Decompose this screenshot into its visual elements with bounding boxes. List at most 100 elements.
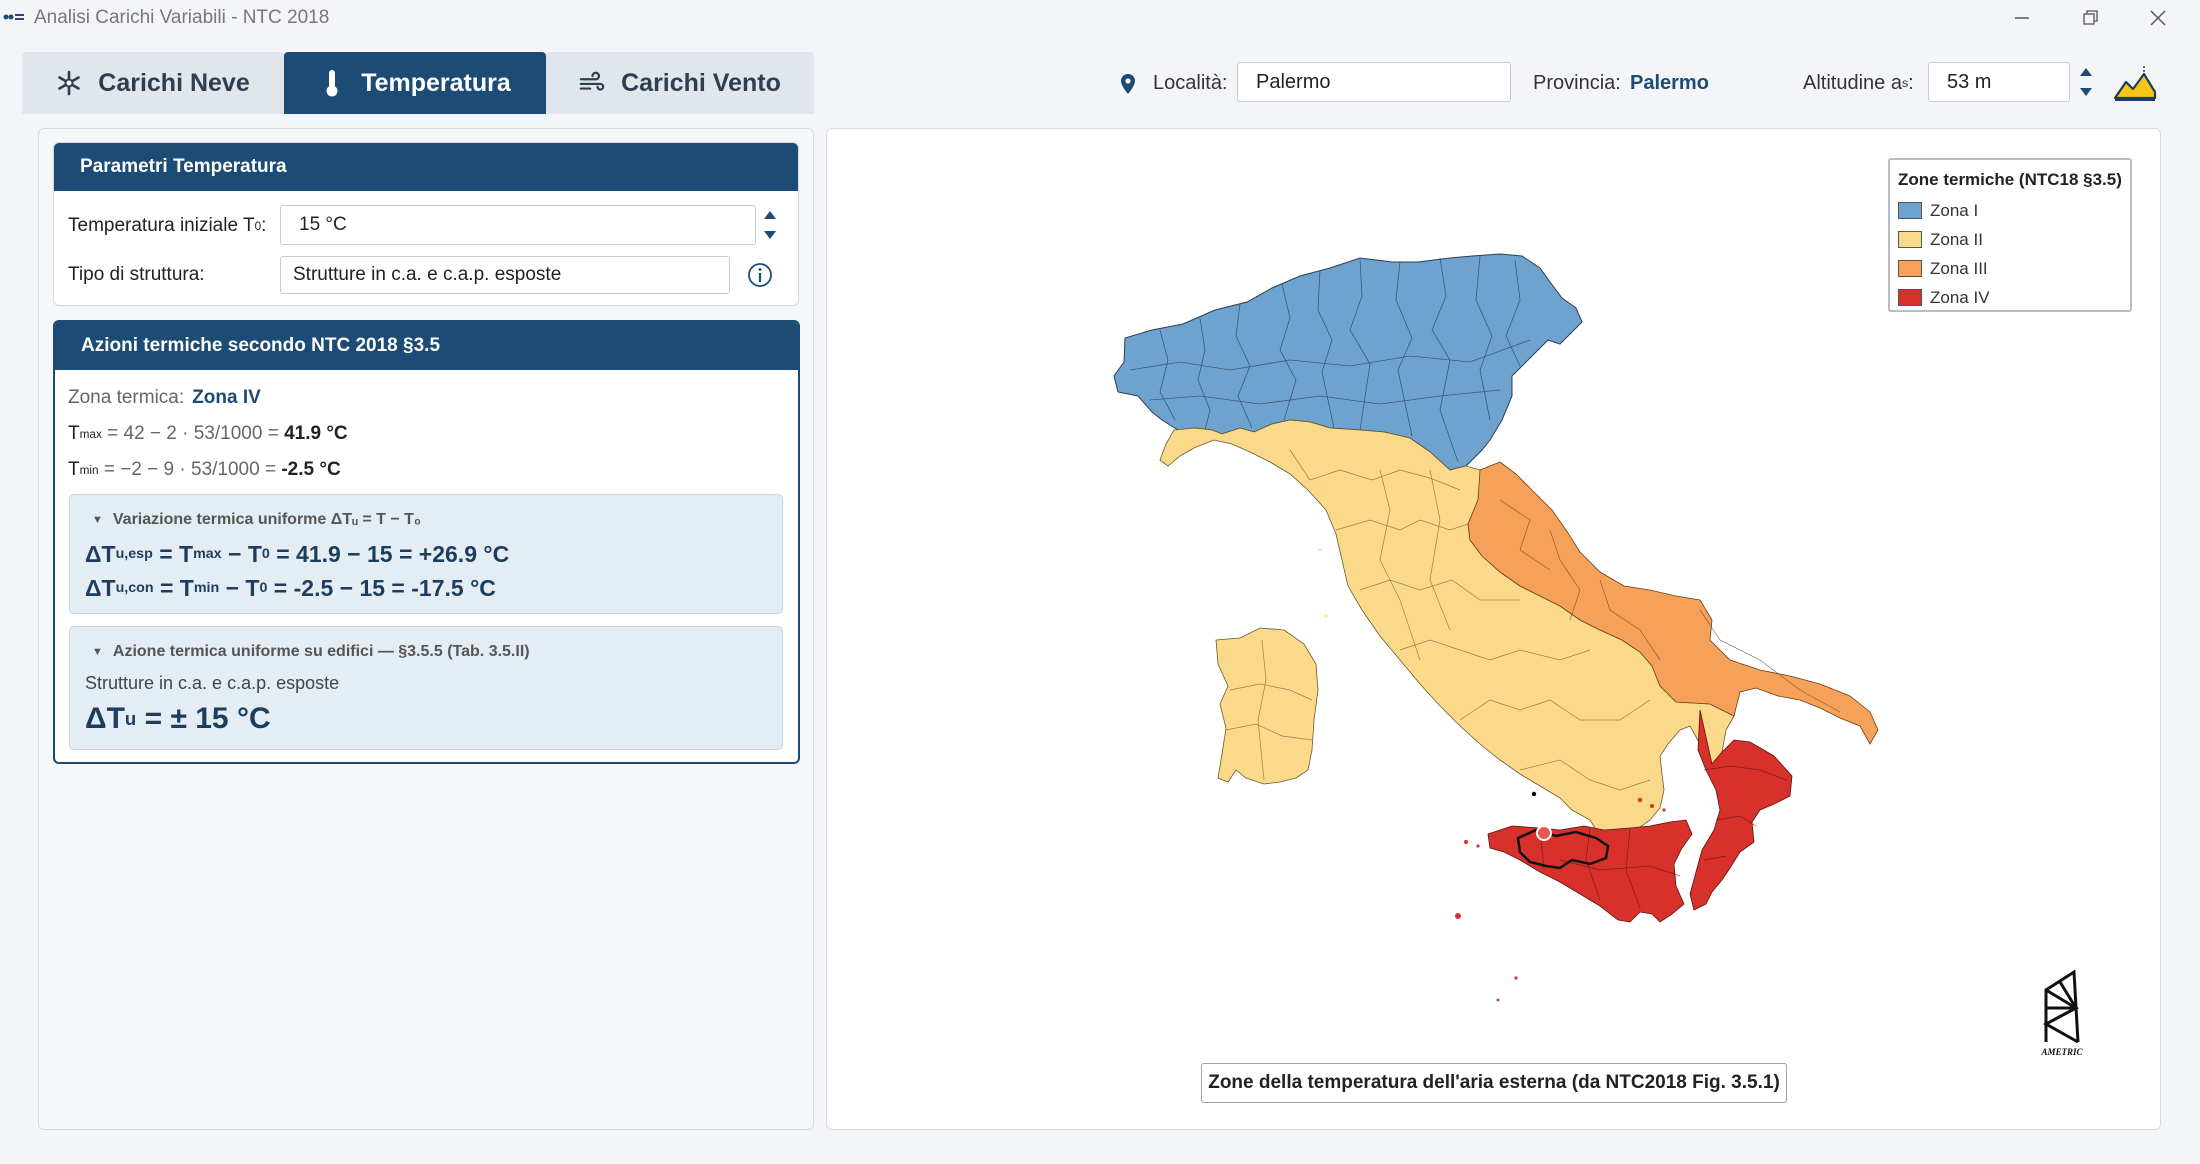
zona-termica-label: Zona termica: bbox=[68, 387, 185, 408]
legend-label: Zona III bbox=[1930, 258, 1988, 278]
parametri-card-title: Parametri Temperatura bbox=[54, 143, 798, 191]
tmin-expression: = −2 − 9 · 53/1000 = bbox=[98, 459, 282, 480]
restore-button[interactable] bbox=[2060, 0, 2120, 36]
tipo-struttura-select[interactable]: Strutture in c.a. e c.a.p. esposte bbox=[280, 256, 730, 294]
restore-icon bbox=[2083, 10, 2098, 25]
palermo-marker bbox=[1536, 825, 1552, 841]
legend-label: Zona II bbox=[1930, 229, 1983, 249]
legend-title: Zone termiche (NTC18 §3.5) bbox=[1898, 170, 2122, 189]
azioni-card-title: Azioni termiche secondo NTC 2018 §3.5 bbox=[55, 322, 798, 370]
esp-symbol: ΔT bbox=[85, 540, 116, 567]
legend-item-zona-i: Zona I bbox=[1898, 196, 2130, 225]
map-legend: Zone termiche (NTC18 §3.5) Zona I Zona I… bbox=[1888, 158, 2132, 312]
tmin-result: -2.5 °C bbox=[281, 459, 341, 480]
variazione-termica-title: Variazione termica uniforme ΔTᵤ = T − T₀ bbox=[112, 511, 422, 528]
t0-label-colon: : bbox=[261, 215, 267, 236]
ametric-logo-text: AMETRIC bbox=[2040, 1047, 2083, 1057]
altitudine-label: Altitudine as: bbox=[1803, 62, 1914, 104]
tmin-symbol: T bbox=[68, 459, 80, 480]
tab-label: Carichi Neve bbox=[98, 68, 250, 97]
t0-label-text: Temperatura iniziale T bbox=[68, 215, 255, 236]
legend-label: Zona IV bbox=[1930, 287, 1990, 307]
app-icon bbox=[3, 14, 24, 20]
azione-edifici-header[interactable]: ▼ Azione termica uniforme su edifici — §… bbox=[92, 640, 530, 664]
altitudine-input[interactable]: 53 m bbox=[1928, 62, 2070, 102]
tmax-result: 41.9 °C bbox=[284, 423, 348, 444]
close-icon bbox=[2150, 10, 2166, 26]
stepper-down-icon[interactable] bbox=[2080, 88, 2092, 96]
info-icon[interactable] bbox=[747, 262, 773, 288]
tmax-row: Tmax = 42 − 2 · 53/1000 = 41.9 °C bbox=[68, 420, 348, 448]
tmax-symbol: T bbox=[68, 423, 80, 444]
stepper-up-icon[interactable] bbox=[764, 211, 776, 219]
provincia-value: Palermo bbox=[1630, 71, 1709, 94]
legend-swatch bbox=[1898, 231, 1922, 248]
con-symbol: ΔT bbox=[85, 574, 116, 601]
du-sub: u bbox=[124, 708, 137, 729]
legend-swatch bbox=[1898, 289, 1922, 306]
con-zero-sub: 0 bbox=[259, 580, 268, 596]
esp-zero-sub: 0 bbox=[261, 546, 270, 562]
italy-thermal-zones-map[interactable] bbox=[1100, 240, 1900, 1020]
localita-input[interactable]: Palermo bbox=[1237, 62, 1511, 102]
altitudine-label-text: Altitudine a bbox=[1803, 71, 1902, 94]
esp-rest: = 41.9 − 15 = +26.9 °C bbox=[269, 540, 510, 567]
collapse-caret-icon: ▼ bbox=[92, 514, 103, 526]
zona-termica-row: Zona termica: Zona IV bbox=[68, 384, 261, 412]
legend-label: Zona I bbox=[1930, 200, 1979, 220]
close-button[interactable] bbox=[2128, 0, 2188, 36]
tmin-row: Tmin = −2 − 9 · 53/1000 = -2.5 °C bbox=[68, 456, 341, 484]
con-min-sub: min bbox=[193, 580, 220, 596]
collapse-caret-icon: ▼ bbox=[92, 646, 103, 658]
legend-swatch bbox=[1898, 260, 1922, 277]
tab-label: Carichi Vento bbox=[621, 68, 781, 97]
legend-item-zona-ii: Zona II bbox=[1898, 225, 2130, 254]
localita-label: Località: bbox=[1153, 71, 1228, 94]
sardinia-region bbox=[1215, 627, 1319, 785]
tmin-sub: min bbox=[79, 463, 99, 477]
map-caption: Zone della temperatura dell'aria esterna… bbox=[1201, 1063, 1787, 1103]
con-sub: u,con bbox=[115, 580, 154, 596]
minimize-icon bbox=[2015, 17, 2029, 19]
variazione-termica-header[interactable]: ▼ Variazione termica uniforme ΔTᵤ = T − … bbox=[92, 508, 421, 532]
tab-temperatura[interactable]: Temperatura bbox=[284, 52, 546, 114]
stepper-down-icon[interactable] bbox=[764, 231, 776, 239]
delta-t-con-formula: ΔT u,con = Tmin − T0 = -2.5 − 15 = -17.5 … bbox=[85, 572, 496, 604]
wind-icon bbox=[579, 71, 605, 91]
altitudine-stepper[interactable] bbox=[2072, 62, 2100, 102]
du-value: = ± 15 °C bbox=[136, 702, 271, 735]
con-eq: = T bbox=[153, 574, 194, 601]
legend-item-zona-iii: Zona III bbox=[1898, 254, 2130, 283]
du-symbol: ΔT bbox=[85, 702, 125, 735]
legend-item-zona-iv: Zona IV bbox=[1898, 283, 2130, 312]
con-rest: = -2.5 − 15 = -17.5 °C bbox=[267, 574, 496, 601]
title-bar: Analisi Carichi Variabili - NTC 2018 bbox=[0, 0, 2200, 36]
tab-carichi-vento[interactable]: Carichi Vento bbox=[546, 52, 814, 114]
esp-max-sub: max bbox=[193, 546, 222, 562]
stepper-up-icon[interactable] bbox=[2080, 68, 2092, 76]
window-title: Analisi Carichi Variabili - NTC 2018 bbox=[34, 7, 330, 28]
delta-tu-value: ΔT u = ± 15 °C bbox=[85, 698, 271, 740]
minimize-button[interactable] bbox=[1992, 0, 2052, 36]
altitudine-label-colon: : bbox=[1908, 71, 1914, 94]
delta-t-esp-formula: ΔT u,esp = Tmax − T0 = 41.9 − 15 = +26.9 … bbox=[85, 538, 509, 570]
tmax-expression: = 42 − 2 · 53/1000 = bbox=[101, 423, 285, 444]
tab-carichi-neve[interactable]: Carichi Neve bbox=[22, 52, 284, 114]
esp-sub: u,esp bbox=[115, 546, 153, 562]
t0-label: Temperatura iniziale T0: bbox=[68, 206, 266, 246]
tab-label: Temperatura bbox=[361, 68, 511, 97]
snowflake-icon bbox=[58, 70, 81, 96]
provincia-label: Provincia: bbox=[1533, 71, 1621, 94]
ametric-logo: AMETRIC bbox=[2040, 969, 2084, 1057]
thermometer-icon bbox=[326, 70, 338, 97]
t0-input[interactable]: 15 °C bbox=[280, 205, 756, 245]
t0-stepper[interactable] bbox=[756, 205, 784, 245]
tmax-sub: max bbox=[79, 427, 102, 441]
zona-termica-value: Zona IV bbox=[192, 387, 261, 408]
esp-mid: − T bbox=[221, 540, 262, 567]
terrain-profile-icon[interactable] bbox=[2112, 62, 2158, 104]
tab-bar: Carichi Neve Temperatura Carichi Vento bbox=[22, 52, 814, 114]
location-pin-icon bbox=[1121, 74, 1135, 94]
tipo-struttura-label: Tipo di struttura: bbox=[68, 264, 205, 285]
con-mid: − T bbox=[219, 574, 260, 601]
